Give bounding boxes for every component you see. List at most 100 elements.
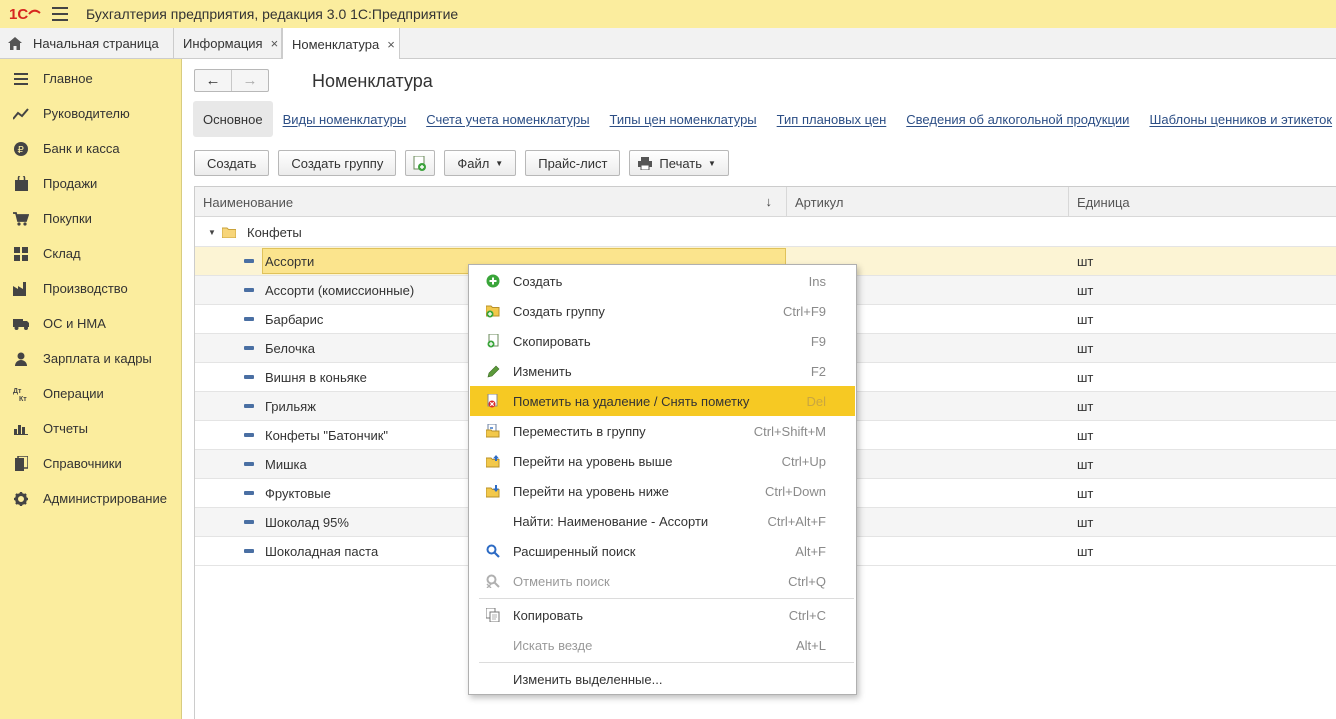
menu-item-level-down[interactable]: Перейти на уровень ниже Ctrl+Down (470, 476, 855, 506)
price-list-button[interactable]: Прайс-лист (525, 150, 621, 176)
tab-nomenclature[interactable]: Номенклатура × (282, 28, 400, 60)
menu-item-create-group[interactable]: Создать группу Ctrl+F9 (470, 296, 855, 326)
sidebar-item-salary[interactable]: Зарплата и кадры (0, 341, 182, 376)
menu-item-move-to-group[interactable]: Переместить в группу Ctrl+Shift+M (470, 416, 855, 446)
link-main-section[interactable]: Основное (193, 101, 273, 137)
column-header-name[interactable]: Наименование ↓ (195, 187, 787, 217)
create-group-button[interactable]: Создать группу (278, 150, 397, 176)
row-unit: шт (1077, 253, 1094, 269)
menu-item-advanced-search[interactable]: Расширенный поиск Alt+F (470, 536, 855, 566)
menu-item-level-up[interactable]: Перейти на уровень выше Ctrl+Up (470, 446, 855, 476)
sidebar-item-reports[interactable]: Отчеты (0, 411, 182, 446)
gear-icon (13, 491, 29, 507)
copy-item-button[interactable] (405, 150, 436, 176)
menu-item-copy[interactable]: Копировать Ctrl+C (470, 600, 855, 630)
menu-item-mark-deletion[interactable]: Пометить на удаление / Снять пометку Del (470, 386, 855, 416)
link-accounts[interactable]: Счета учета номенклатуры (426, 112, 589, 127)
sidebar-item-production[interactable]: Производство (0, 271, 182, 306)
svg-text:Дт: Дт (13, 388, 22, 395)
sidebar-item-bank[interactable]: ₽ Банк и касса (0, 131, 182, 166)
folder-icon (222, 218, 236, 246)
nav-buttons: ← → (194, 69, 269, 92)
menu-item-edit[interactable]: Изменить F2 (470, 356, 855, 386)
row-unit: шт (1077, 398, 1094, 414)
caret-down-icon: ▼ (495, 158, 504, 168)
link-alcohol-info[interactable]: Сведения об алкогольной продукции (906, 112, 1129, 127)
sidebar-item-label: Банк и касса (43, 141, 120, 156)
shopping-bag-icon (13, 176, 29, 192)
column-header-article[interactable]: Артикул (787, 187, 1069, 217)
menu-item-shortcut: Ctrl+Q (788, 573, 826, 589)
link-item-types[interactable]: Виды номенклатуры (283, 112, 407, 127)
row-name: Барбарис (265, 311, 324, 327)
print-button[interactable]: Печать ▼ (629, 150, 729, 176)
tab-information[interactable]: Информация × (174, 28, 282, 59)
svg-text:₽: ₽ (18, 145, 25, 156)
tab-label: Начальная страница (33, 36, 159, 51)
menu-lines-icon (13, 71, 29, 87)
sidebar-item-purchases[interactable]: Покупки (0, 201, 182, 236)
row-name: Шоколадная паста (265, 543, 379, 559)
menu-item-create[interactable]: Создать Ins (470, 266, 855, 296)
file-menu-button[interactable]: Файл ▼ (444, 150, 517, 176)
link-price-types[interactable]: Типы цен номенклатуры (610, 112, 757, 127)
menu-item-find-by-name[interactable]: Найти: Наименование - Ассорти Ctrl+Alt+F (470, 506, 855, 536)
sidebar-item-manager[interactable]: Руководителю (0, 96, 182, 131)
link-planned-prices[interactable]: Тип плановых цен (777, 112, 887, 127)
expand-arrow-icon[interactable]: ▼ (208, 218, 216, 246)
1c-logo[interactable]: 1С (9, 6, 41, 22)
sidebar-item-fixed-assets[interactable]: ОС и НМА (0, 306, 182, 341)
menu-item-shortcut: Del (806, 393, 826, 409)
menu-item-shortcut: Ctrl+Shift+M (753, 423, 826, 439)
sidebar-item-directories[interactable]: Справочники (0, 446, 182, 481)
menu-item-label: Расширенный поиск (513, 543, 636, 559)
menu-item-shortcut: Ctrl+C (788, 607, 826, 623)
menu-item-shortcut: Ctrl+F9 (783, 303, 826, 319)
row-unit: шт (1077, 514, 1094, 530)
sidebar-item-main[interactable]: Главное (0, 61, 182, 96)
menu-item-shortcut: F2 (810, 363, 826, 379)
item-icon (244, 288, 254, 292)
menu-item-edit-selected[interactable]: Изменить выделенные... (470, 664, 855, 694)
tab-label: Информация (183, 36, 263, 51)
cart-icon (13, 211, 29, 227)
menu-item-copy-item[interactable]: Скопировать F9 (470, 326, 855, 356)
item-icon (244, 491, 254, 495)
sidebar-item-label: Отчеты (43, 421, 88, 436)
forward-button[interactable]: → (232, 70, 268, 91)
row-unit: шт (1077, 282, 1094, 298)
menu-item-search-everywhere[interactable]: Искать везде Alt+L (470, 630, 855, 660)
menu-item-shortcut: Ctrl+Up (781, 453, 826, 469)
row-unit: шт (1077, 340, 1094, 356)
sidebar-item-administration[interactable]: Администрирование (0, 481, 182, 516)
row-name: Мишка (265, 456, 307, 472)
copy-icon (486, 608, 500, 622)
column-header-label: Наименование (203, 194, 294, 210)
back-button[interactable]: ← (195, 70, 232, 91)
menu-item-label: Отменить поиск (513, 573, 610, 589)
sidebar-item-label: Склад (43, 246, 81, 261)
tab-home[interactable]: Начальная страница (0, 28, 174, 59)
sidebar-item-operations[interactable]: Дт Кт Операции (0, 376, 182, 411)
move-to-group-icon (486, 424, 500, 438)
cancel-search-icon (486, 574, 500, 588)
main-menu-icon[interactable] (52, 7, 68, 21)
close-icon[interactable]: × (271, 36, 279, 51)
group-name: Конфеты (247, 224, 302, 240)
menu-item-shortcut: Alt+L (796, 637, 826, 653)
sidebar-item-sales[interactable]: Продажи (0, 166, 182, 201)
item-icon (244, 259, 254, 263)
sidebar-item-warehouse[interactable]: Склад (0, 236, 182, 271)
group-row[interactable]: ▼ Конфеты (195, 218, 1336, 247)
item-icon (244, 549, 254, 553)
column-header-unit[interactable]: Единица (1069, 187, 1336, 217)
create-button[interactable]: Создать (194, 150, 270, 176)
row-name: Грильяж (265, 398, 316, 414)
pencil-icon (486, 364, 500, 378)
item-icon (244, 462, 254, 466)
link-label-templates[interactable]: Шаблоны ценников и этикеток (1149, 112, 1332, 127)
menu-item-cancel-search[interactable]: Отменить поиск Ctrl+Q (470, 566, 855, 596)
close-icon[interactable]: × (387, 37, 395, 52)
tab-label: Номенклатура (292, 36, 380, 52)
sidebar-item-label: Администрирование (43, 491, 167, 506)
